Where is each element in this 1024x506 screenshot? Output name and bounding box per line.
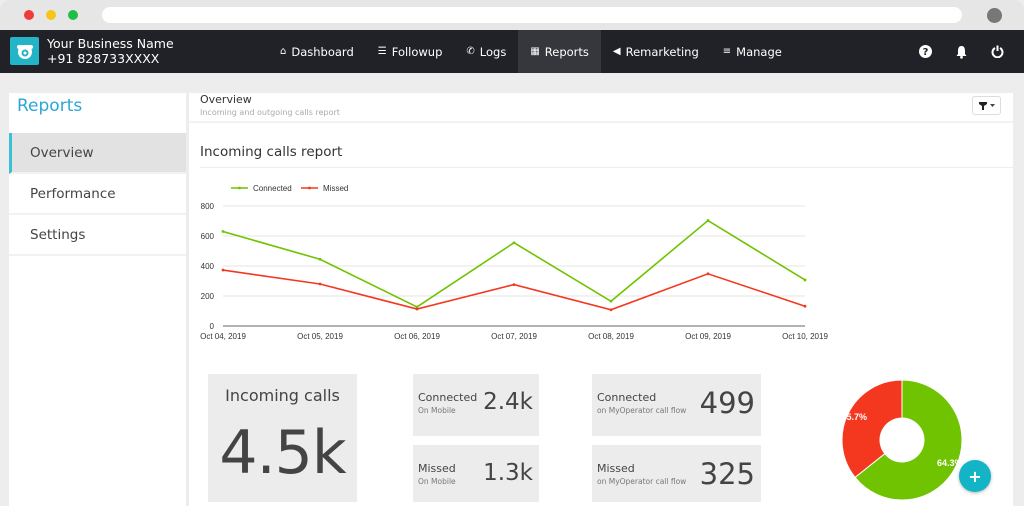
y-tick-label: 0 [210,322,215,331]
series-line-missed [222,269,806,311]
add-fab-button[interactable]: + [959,460,991,492]
stat-sublabel: On Mobile [418,477,456,486]
x-tick-label: Oct 08, 2019 [588,332,634,341]
stat-sublabel: on MyOperator call flow [597,406,687,415]
y-tick-label: 800 [201,202,215,211]
nav-label: Followup [391,44,443,59]
plus-icon: + [968,466,982,486]
phone-icon: ✆ [466,46,475,57]
sidebar-list: Overview Performance Settings [9,133,186,256]
sidebar-item-performance[interactable]: Performance [9,174,186,215]
legend-marker [308,186,311,190]
x-tick-label: Oct 05, 2019 [297,332,343,341]
stat-card-flow-connected: Connected on MyOperator call flow 499 [592,374,761,436]
browser-menu-button[interactable] [987,8,1002,23]
close-window-button[interactable] [24,10,34,20]
sidebar-item-overview[interactable]: Overview [9,133,186,174]
browser-chrome [0,0,1024,30]
main-menu: ⌂ Dashboard ☰ Followup ✆ Logs ▦ Reports … [268,30,794,73]
top-navbar: Your Business Name +91 828733XXXX ⌂ Dash… [0,30,1024,73]
legend-label: Connected [253,184,292,193]
sidebar-title: Reports [17,96,83,116]
stat-value: 1.3k [483,460,533,486]
menu-icon: ≡ [722,46,732,57]
nav-actions: ? [918,30,1004,73]
home-icon: ⌂ [280,46,287,57]
line-chart: 0 200 400 600 800 Oct 04, 2019 Oct 05, 2019 Oct… [200,184,828,341]
sidebar-item-settings[interactable]: Settings [9,215,186,256]
data-point-missed [609,308,613,312]
nav-dashboard[interactable]: ⌂ Dashboard [268,30,366,73]
stat-value: 4.5k [219,418,346,488]
main-panel: Overview Incoming and outgoing calls rep… [189,93,1013,506]
legend-marker [238,186,241,190]
data-point-missed [318,282,322,286]
maximize-window-button[interactable] [68,10,78,20]
nav-label: Reports [544,44,589,59]
stat-card-mobile-missed: Missed On Mobile 1.3k [413,445,539,502]
data-point-connected [221,230,225,233]
nav-label: Manage [736,44,782,59]
power-icon[interactable] [990,45,1004,59]
sidebar: Reports Overview Performance Settings [9,93,186,506]
phone-logo-icon [10,37,39,65]
list-icon: ☰ [377,46,387,57]
stat-card-flow-missed: Missed on MyOperator call flow 325 [592,445,761,502]
stat-sublabel: On Mobile [418,406,456,415]
data-point-missed [803,304,807,308]
nav-reports[interactable]: ▦ Reports [518,30,601,73]
bell-icon[interactable] [954,45,968,59]
stat-label: Incoming calls [225,386,340,405]
business-info: Your Business Name +91 828733XXXX [47,36,174,66]
stat-card-mobile-connected: Connected On Mobile 2.4k [413,374,539,436]
legend-label: Missed [323,184,348,193]
address-bar[interactable] [102,7,962,23]
minimize-window-button[interactable] [46,10,56,20]
data-point-missed [512,283,516,286]
business-phone: +91 828733XXXX [47,51,160,66]
y-tick-label: 400 [201,262,215,271]
data-point-missed [221,268,225,272]
data-point-connected [512,241,516,245]
stat-sublabel: on MyOperator call flow [597,477,687,486]
data-point-missed [706,272,710,276]
data-point-connected [706,219,710,222]
nav-manage[interactable]: ≡ Manage [711,30,794,73]
stat-value: 499 [699,386,755,420]
y-tick-label: 200 [201,292,215,301]
stat-label: Missed [597,462,635,475]
x-tick-label: Oct 10, 2019 [782,332,828,341]
x-tick-label: Oct 06, 2019 [394,332,440,341]
nav-label: Remarketing [625,44,699,59]
nav-label: Dashboard [291,44,354,59]
data-point-connected [803,278,807,282]
x-tick-label: Oct 07, 2019 [491,332,537,341]
data-point-connected [318,257,322,261]
chart-icon: ▦ [530,46,540,57]
y-tick-label: 600 [201,232,215,241]
data-point-missed [415,307,419,311]
help-icon[interactable]: ? [918,45,932,59]
nav-remarketing[interactable]: ◀ Remarketing [601,30,711,73]
megaphone-icon: ◀ [612,46,621,57]
stat-card-incoming: Incoming calls 4.5k [208,374,357,502]
series-line-connected [222,219,806,308]
donut-chart: 64.3% 35.7% [841,379,963,501]
data-point-connected [609,299,613,303]
stat-label: Connected [597,391,657,404]
nav-logs[interactable]: ✆ Logs [454,30,518,73]
donut-label: 64.3% [937,458,963,468]
stat-value: 2.4k [483,389,533,415]
x-tick-label: Oct 09, 2019 [685,332,731,341]
nav-followup[interactable]: ☰ Followup [366,30,455,73]
svg-text:?: ? [922,47,928,58]
stat-label: Missed [418,462,456,475]
business-name: Your Business Name [47,36,174,51]
stat-label: Connected [418,391,478,404]
x-tick-label: Oct 04, 2019 [200,332,246,341]
stat-value: 325 [699,457,755,491]
nav-label: Logs [479,44,507,59]
donut-label: 35.7% [841,412,867,422]
